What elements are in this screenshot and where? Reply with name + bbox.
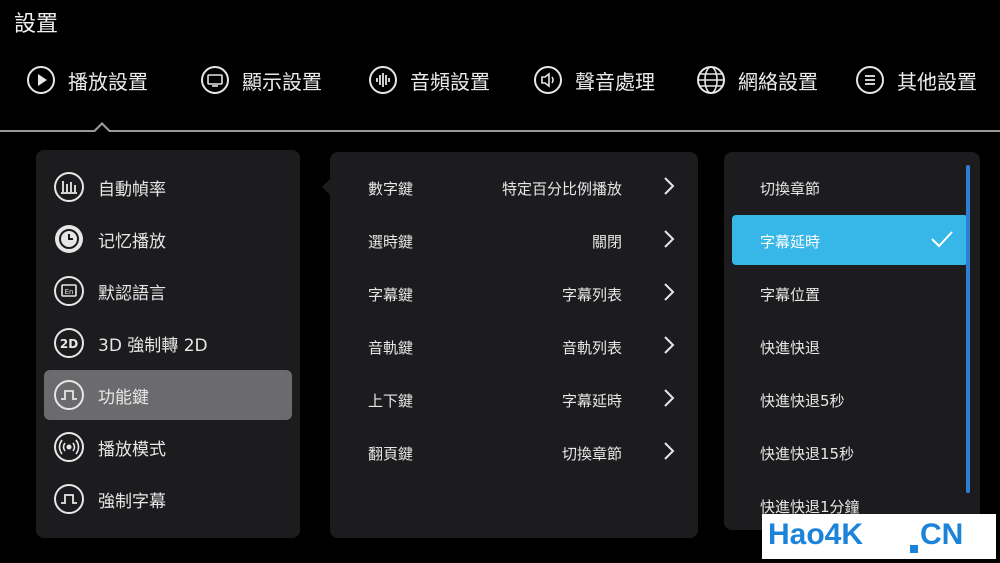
active-tab-pointer-inner [95,125,109,132]
key-name: 翻頁鍵 [368,445,414,463]
bar-chart-icon [52,170,86,204]
option-label: 字幕延時 [760,233,821,251]
key-name: 選時鍵 [368,233,414,251]
function-key-panel: 數字鍵 特定百分比例播放 選時鍵 關閉 字幕鍵 字幕列表 音軌鍵 音軌列表 上下… [330,152,698,538]
speaker-icon [533,65,563,95]
menu-item-label: 功能鍵 [98,387,149,408]
key-option-panel: 切換章節 字幕延時 字幕位置 快進快退 快進快退5秒 快進快退15秒 快進快退1… [724,152,980,530]
menu-item-auto-frame-rate[interactable]: 自動幀率 [44,162,292,212]
playback-menu-panel: 自動幀率 记忆播放 En 默認語言 2D 3D 強制轉 2D 功能鍵 播放模式 [36,150,300,538]
tab-network-settings[interactable]: 網絡設置 [696,62,818,98]
tab-playback-settings[interactable]: 播放設置 [26,62,148,98]
tab-sound-processing[interactable]: 聲音處理 [533,62,655,98]
watermark-logo: Hao4K CN [762,514,996,559]
watermark-text-right: CN [920,518,964,551]
chevron-right-icon [664,336,675,354]
tab-label: 顯示設置 [242,69,322,94]
menu-item-label: 強制字幕 [98,491,166,512]
play-circle-icon [26,65,56,95]
menu-item-label: 播放模式 [98,439,166,460]
3d-2d-icon: 2D [52,326,86,360]
option-label: 切換章節 [760,180,821,198]
menu-item-resume-playback[interactable]: 记忆播放 [44,214,292,264]
key-name: 音軌鍵 [368,339,414,357]
option-subtitle-delay[interactable]: 字幕延時 [732,215,968,265]
option-label: 快進快退15秒 [760,445,855,463]
tab-label: 音頻設置 [410,69,490,94]
key-row-subtitle-key[interactable]: 字幕鍵 字幕列表 [330,268,698,320]
option-subtitle-position[interactable]: 字幕位置 [732,268,968,318]
key-name: 上下鍵 [368,392,414,410]
key-value: 特定百分比例播放 [501,180,622,198]
key-value: 音軌列表 [561,339,622,357]
tab-other-settings[interactable]: 其他設置 [855,62,977,98]
menu-item-label: 3D 強制轉 2D [98,335,208,356]
function-key-icon [52,378,86,412]
option-label: 快進快退 [760,339,821,357]
option-label: 字幕位置 [760,286,821,304]
tab-audio-settings[interactable]: 音頻設置 [368,62,490,98]
language-icon: En [52,274,86,308]
clock-icon [52,222,86,256]
globe-icon [696,65,726,95]
key-row-page-key[interactable]: 翻頁鍵 切換章節 [330,427,698,479]
key-value: 切換章節 [561,445,622,463]
audio-wave-icon [368,65,398,95]
svg-text:2D: 2D [60,337,78,351]
chevron-right-icon [664,389,675,407]
menu-item-label: 默認語言 [98,283,166,304]
key-row-time-key[interactable]: 選時鍵 關閉 [330,215,698,267]
menu-item-function-keys[interactable]: 功能鍵 [44,370,292,420]
key-row-number-key[interactable]: 數字鍵 特定百分比例播放 [330,162,698,214]
tab-label: 播放設置 [68,69,148,94]
menu-item-default-language[interactable]: En 默認語言 [44,266,292,316]
key-value: 字幕列表 [561,286,622,304]
menu-item-3d-to-2d[interactable]: 2D 3D 強制轉 2D [44,318,292,368]
chevron-right-icon [664,177,675,195]
key-row-audio-track-key[interactable]: 音軌鍵 音軌列表 [330,321,698,373]
menu-item-label: 记忆播放 [98,231,166,252]
page-title: 設置 [14,12,59,37]
list-icon [855,65,885,95]
chevron-right-icon [664,442,675,460]
menu-item-playback-mode[interactable]: 播放模式 [44,422,292,472]
watermark-text-left: Hao4K [768,518,864,551]
key-name: 字幕鍵 [368,286,414,304]
option-seek-5s[interactable]: 快進快退5秒 [732,374,968,424]
tab-label: 聲音處理 [575,69,655,94]
option-fast-forward-rewind[interactable]: 快進快退 [732,321,968,371]
option-switch-chapter[interactable]: 切換章節 [732,162,968,212]
broadcast-icon [52,430,86,464]
checkmark-icon [931,231,953,248]
key-name: 數字鍵 [368,180,414,198]
tab-label: 網絡設置 [738,69,818,94]
option-scrollbar[interactable] [966,165,970,493]
chevron-right-icon [664,230,675,248]
option-label: 快進快退5秒 [760,392,845,410]
option-seek-15s[interactable]: 快進快退15秒 [732,427,968,477]
chevron-right-icon [664,283,675,301]
monitor-icon [200,65,230,95]
key-value: 字幕延時 [561,392,622,410]
menu-item-label: 自動幀率 [98,179,166,200]
svg-text:En: En [65,288,74,296]
tab-display-settings[interactable]: 顯示設置 [200,62,322,98]
settings-tabs: 播放設置 顯示設置 音頻設置 聲音處理 網絡設置 其他設置 [0,58,1000,108]
tab-divider [0,130,1000,132]
key-value: 關閉 [591,233,622,251]
subtitle-icon [52,482,86,516]
tab-label: 其他設置 [897,69,977,94]
menu-item-forced-subtitles[interactable]: 強制字幕 [44,474,292,524]
watermark-dot [910,545,918,553]
key-row-up-down-key[interactable]: 上下鍵 字幕延時 [330,374,698,426]
